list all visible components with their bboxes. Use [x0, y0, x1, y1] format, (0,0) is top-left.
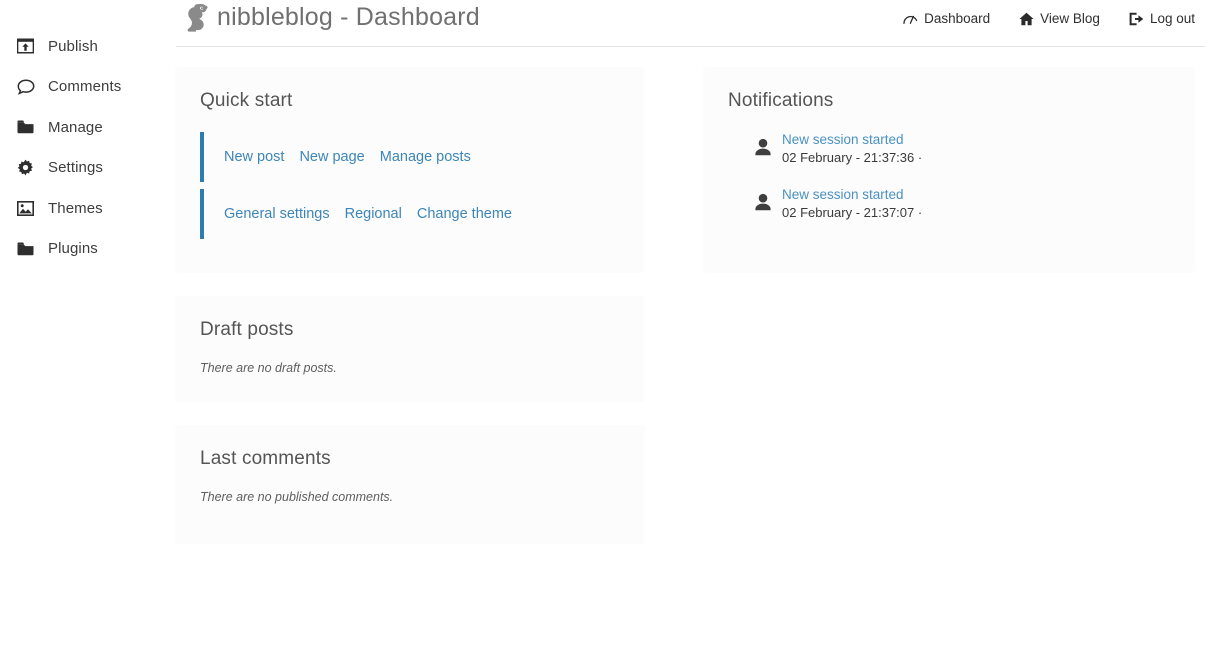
notifications-list: New session started 02 February - 21:37:…	[728, 132, 1170, 220]
sign-out-icon	[1129, 11, 1144, 26]
nav-dashboard[interactable]: Dashboard	[903, 11, 990, 26]
folder-icon	[17, 239, 39, 259]
quick-link-general-settings[interactable]: General settings	[224, 206, 330, 222]
sidebar-item-themes[interactable]: Themes	[0, 194, 176, 222]
comment-bubble-icon	[17, 77, 39, 97]
home-icon	[1019, 11, 1034, 26]
dashboard-page: Publish Comments Manage	[0, 0, 1205, 662]
dashboard-gauge-icon	[903, 11, 918, 26]
sidebar-item-label: Settings	[48, 159, 103, 176]
sidebar-item-publish[interactable]: Publish	[0, 32, 176, 60]
quick-link-manage-posts[interactable]: Manage posts	[380, 149, 471, 165]
draft-posts-panel: Draft posts There are no draft posts.	[176, 297, 644, 401]
gear-icon	[17, 158, 39, 178]
header-divider	[176, 46, 1205, 47]
user-avatar-icon	[752, 137, 776, 163]
quick-link-new-page[interactable]: New page	[299, 149, 364, 165]
sidebar-item-settings[interactable]: Settings	[0, 154, 176, 182]
draft-posts-empty-text: There are no draft posts.	[200, 361, 620, 375]
sidebar-item-label: Manage	[48, 119, 103, 136]
notification-meta: 02 February - 21:37:07 ·	[782, 205, 922, 220]
notification-meta: 02 February - 21:37:36 ·	[782, 150, 922, 165]
sidebar-item-comments[interactable]: Comments	[0, 73, 176, 101]
right-column: Notifications New session started 02 Feb…	[704, 68, 1194, 297]
quick-start-row-settings: General settings Regional Change theme	[200, 189, 620, 239]
quick-link-change-theme[interactable]: Change theme	[417, 206, 512, 222]
sidebar-item-label: Publish	[48, 38, 98, 55]
brand: nibbleblog - Dashboard	[176, 0, 480, 32]
notifications-title: Notifications	[728, 90, 1170, 112]
draft-posts-title: Draft posts	[200, 319, 620, 341]
sidebar-item-manage[interactable]: Manage	[0, 113, 176, 141]
page-header: nibbleblog - Dashboard Dashboard	[176, 0, 1205, 48]
quick-link-regional[interactable]: Regional	[345, 206, 402, 222]
folder-icon	[17, 117, 39, 137]
sidebar-item-label: Comments	[48, 78, 121, 95]
quick-link-new-post[interactable]: New post	[224, 149, 284, 165]
nav-label: Dashboard	[924, 11, 990, 26]
nav-label: Log out	[1150, 11, 1195, 26]
last-comments-panel: Last comments There are no published com…	[176, 426, 644, 543]
notifications-panel: Notifications New session started 02 Feb…	[704, 68, 1194, 272]
quick-start-row-content: New post New page Manage posts	[200, 132, 620, 182]
image-icon	[17, 198, 39, 218]
nav-logout[interactable]: Log out	[1129, 11, 1195, 26]
notification-item[interactable]: New session started 02 February - 21:37:…	[728, 132, 1170, 165]
left-column: Quick start New post New page Manage pos…	[176, 68, 644, 568]
notification-title[interactable]: New session started	[782, 187, 922, 202]
sidebar: Publish Comments Manage	[0, 0, 176, 662]
notification-title[interactable]: New session started	[782, 132, 922, 147]
sidebar-item-label: Themes	[48, 200, 103, 217]
sidebar-item-plugins[interactable]: Plugins	[0, 235, 176, 263]
quick-start-title: Quick start	[200, 90, 620, 112]
quick-start-panel: Quick start New post New page Manage pos…	[176, 68, 644, 272]
nav-view-blog[interactable]: View Blog	[1019, 11, 1100, 26]
notification-item[interactable]: New session started 02 February - 21:37:…	[728, 187, 1170, 220]
page-title: nibbleblog - Dashboard	[217, 3, 480, 32]
last-comments-title: Last comments	[200, 448, 620, 470]
nav-label: View Blog	[1040, 11, 1100, 26]
squirrel-logo-icon	[183, 2, 209, 32]
top-navigation: Dashboard View Blog	[903, 0, 1205, 26]
last-comments-empty-text: There are no published comments.	[200, 490, 620, 504]
sidebar-item-label: Plugins	[48, 240, 98, 257]
user-avatar-icon	[752, 192, 776, 218]
publish-upload-icon	[17, 36, 39, 56]
